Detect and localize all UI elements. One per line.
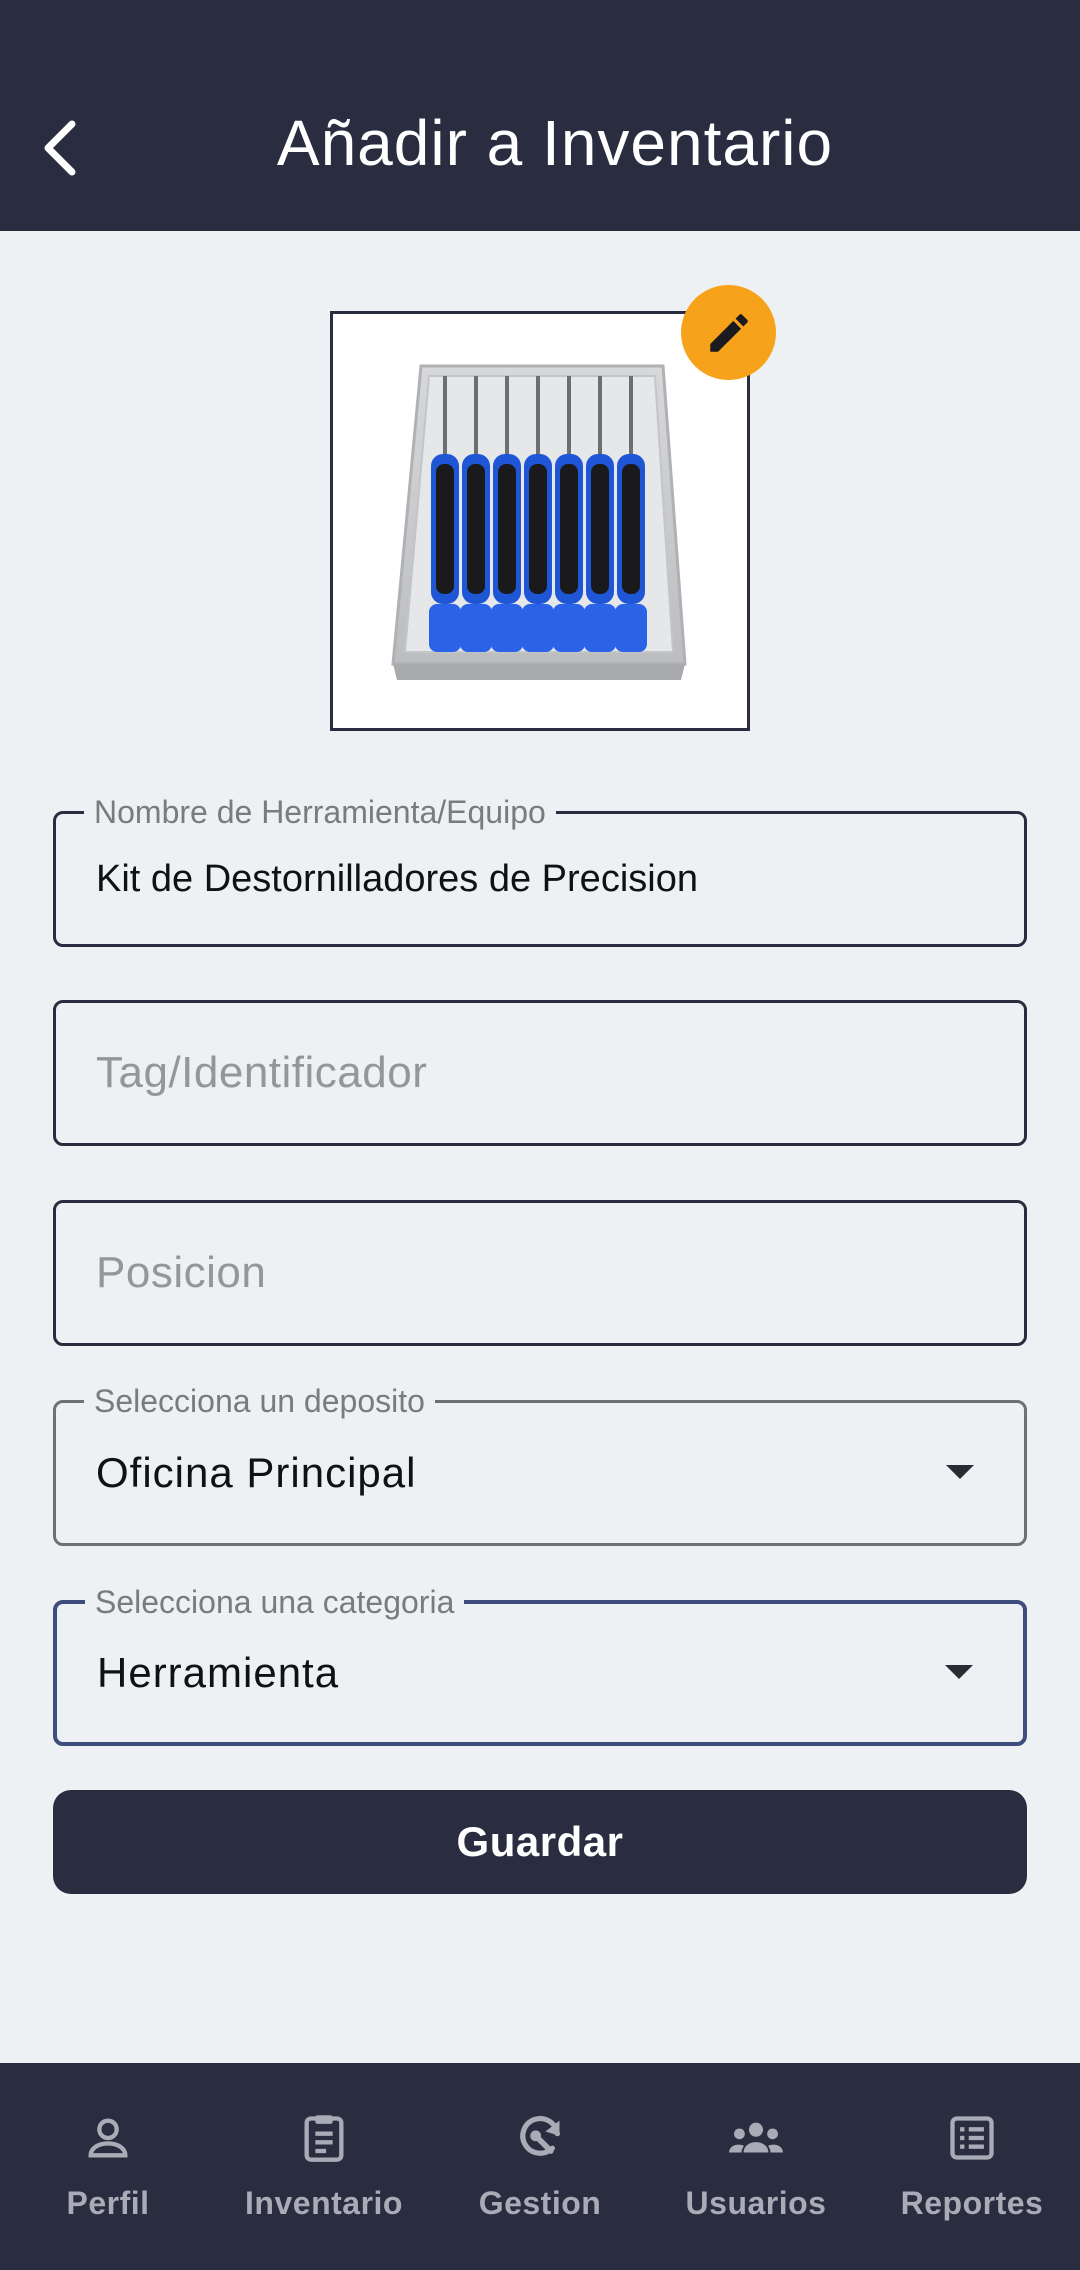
category-select[interactable]: Selecciona una categoria Herramienta bbox=[53, 1584, 1027, 1746]
tool-photo bbox=[330, 311, 750, 731]
nav-item-perfil[interactable]: Perfil bbox=[0, 2063, 216, 2270]
app-bar: Añadir a Inventario bbox=[0, 0, 1080, 231]
tools-sync-icon bbox=[511, 2109, 569, 2167]
position-field[interactable]: Posicion bbox=[53, 1200, 1027, 1346]
save-button[interactable]: Guardar bbox=[53, 1790, 1027, 1894]
position-placeholder: Posicion bbox=[96, 1248, 267, 1297]
list-report-icon bbox=[943, 2109, 1001, 2167]
clipboard-icon bbox=[295, 2109, 353, 2167]
group-icon bbox=[727, 2109, 785, 2167]
nav-item-gestion[interactable]: Gestion bbox=[432, 2063, 648, 2270]
category-value: Herramienta bbox=[97, 1649, 340, 1696]
tool-name-field[interactable]: Nombre de Herramienta/Equipo Kit de Dest… bbox=[53, 794, 1027, 947]
nav-label: Inventario bbox=[245, 2185, 403, 2221]
page-title: Añadir a Inventario bbox=[276, 107, 834, 179]
nav-label: Perfil bbox=[66, 2185, 150, 2221]
dropdown-arrow-icon bbox=[946, 1465, 974, 1479]
nav-label: Reportes bbox=[900, 2185, 1044, 2221]
person-icon bbox=[79, 2109, 137, 2167]
deposit-select[interactable]: Selecciona un deposito Oficina Principal bbox=[53, 1383, 1027, 1546]
edit-photo-button[interactable] bbox=[681, 285, 776, 380]
nav-label: Usuarios bbox=[685, 2185, 827, 2221]
tool-name-value: Kit de Destornilladores de Precision bbox=[96, 857, 698, 900]
bottom-nav: Perfil Inventario Gestion Usuarios Repor… bbox=[0, 2063, 1080, 2270]
nav-label: Gestion bbox=[478, 2185, 602, 2221]
nav-item-reportes[interactable]: Reportes bbox=[864, 2063, 1080, 2270]
nav-item-usuarios[interactable]: Usuarios bbox=[648, 2063, 864, 2270]
tag-placeholder: Tag/Identificador bbox=[96, 1048, 428, 1097]
nav-item-inventario[interactable]: Inventario bbox=[216, 2063, 432, 2270]
screwdriver-kit-image bbox=[391, 364, 687, 680]
tag-field[interactable]: Tag/Identificador bbox=[53, 1000, 1027, 1146]
deposit-value: Oficina Principal bbox=[96, 1449, 417, 1496]
dropdown-arrow-icon bbox=[945, 1665, 973, 1679]
pencil-icon bbox=[709, 313, 748, 352]
